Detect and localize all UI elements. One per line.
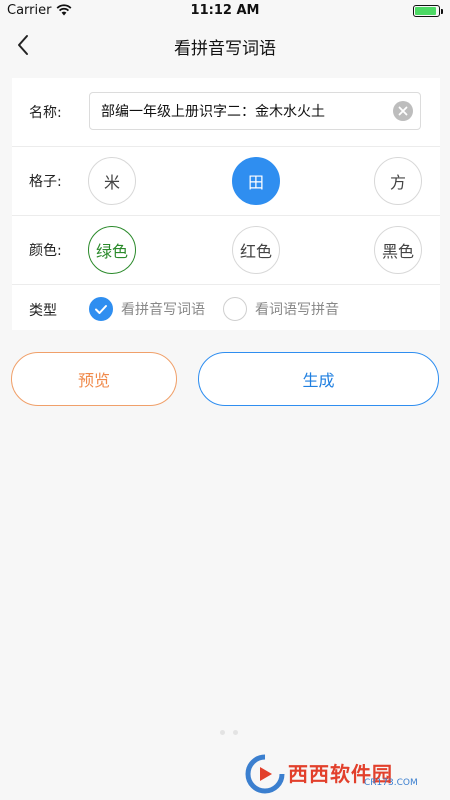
navigation-bar: 看拼音写词语: [0, 22, 450, 68]
color-option-black[interactable]: 黑色: [374, 226, 422, 274]
battery-level: [415, 7, 436, 15]
type-option-words-to-pinyin[interactable]: 看词语写拼音: [223, 296, 339, 322]
watermark-logo: 西西软件园 CR173.COM: [244, 752, 442, 796]
clear-x-glyph: [398, 106, 408, 116]
color-row: 颜色: 绿色 红色 黑色: [12, 216, 440, 285]
clock: 11:12 AM: [190, 3, 260, 18]
color-option-green[interactable]: 绿色: [88, 226, 136, 274]
name-row: 名称:: [12, 78, 440, 147]
generate-button[interactable]: 生成: [198, 352, 439, 406]
grid-option-mi[interactable]: 米: [88, 157, 136, 205]
color-option-red[interactable]: 红色: [232, 226, 280, 274]
page-dot: [233, 730, 238, 735]
radio-unchecked-icon: [223, 297, 247, 321]
watermark-url: CR173.COM: [364, 778, 418, 788]
name-input[interactable]: [89, 92, 421, 130]
grid-label: 格子:: [29, 174, 62, 190]
watermark-logo-icon: [245, 754, 285, 794]
page-dot: [220, 730, 225, 735]
name-label: 名称:: [29, 105, 62, 121]
color-label: 颜色:: [29, 243, 62, 259]
battery-icon: [413, 5, 443, 17]
status-bar: Carrier 11:12 AM: [0, 0, 450, 22]
page-title: 看拼音写词语: [174, 39, 276, 59]
type-row: 类型 看拼音写词语 看词语写拼音: [12, 285, 440, 331]
type-option-label: 看拼音写词语: [121, 302, 205, 318]
grid-row: 格子: 米 田 方: [12, 147, 440, 216]
grid-option-tian[interactable]: 田: [232, 157, 280, 205]
type-option-label: 看词语写拼音: [255, 302, 339, 318]
chevron-left-icon[interactable]: [10, 31, 38, 59]
settings-form: 名称: 格子: 米 田 方 颜色: 绿色 红色 黑色 类型 看拼音写词语: [12, 78, 440, 330]
preview-button[interactable]: 预览: [11, 352, 177, 406]
clear-circle-icon[interactable]: [393, 101, 413, 121]
type-label: 类型: [29, 303, 57, 319]
checkmark-icon: [89, 297, 113, 321]
type-option-pinyin-to-words[interactable]: 看拼音写词语: [89, 296, 205, 322]
grid-option-fang[interactable]: 方: [374, 157, 422, 205]
page-indicator: [220, 730, 238, 735]
